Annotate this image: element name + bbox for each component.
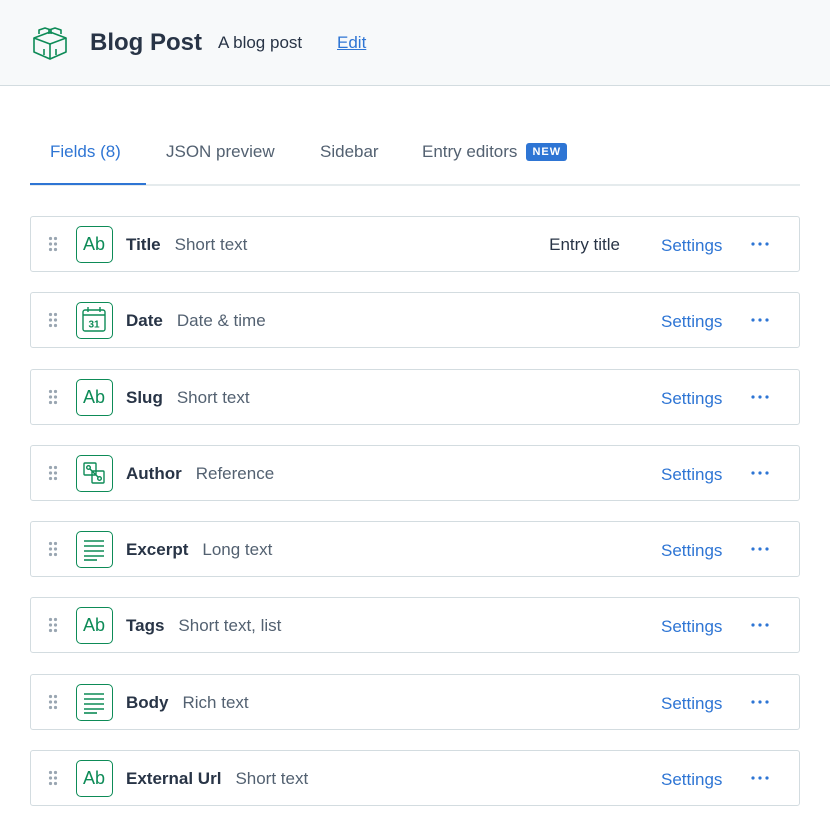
long-text-icon: [76, 531, 113, 568]
more-actions-icon[interactable]: [747, 463, 773, 483]
drag-handle-icon[interactable]: [48, 617, 58, 633]
drag-handle-icon[interactable]: [48, 236, 58, 252]
field-row[interactable]: Author Reference Settings: [30, 445, 800, 501]
more-actions-icon[interactable]: [747, 692, 773, 712]
tab-json-preview-label: JSON preview: [166, 142, 275, 161]
field-row[interactable]: 31 Date Date & time Settings: [30, 292, 800, 348]
field-name: Author: [126, 464, 182, 483]
field-row[interactable]: Excerpt Long text Settings: [30, 521, 800, 577]
short-text-icon: Ab: [76, 379, 113, 416]
more-actions-icon[interactable]: [747, 310, 773, 330]
drag-handle-icon[interactable]: [48, 465, 58, 481]
active-tab-indicator: [30, 183, 146, 185]
reference-icon: [76, 455, 113, 492]
field-row[interactable]: Ab Title Short text Entry title Settings: [30, 216, 800, 272]
long-text-icon: [76, 684, 113, 721]
more-actions-icon[interactable]: [747, 539, 773, 559]
field-row[interactable]: Ab External Url Short text Settings: [30, 750, 800, 806]
field-name: Excerpt: [126, 540, 189, 559]
settings-button[interactable]: Settings: [661, 616, 722, 637]
drag-handle-icon[interactable]: [48, 694, 58, 710]
more-actions-icon[interactable]: [747, 615, 773, 635]
field-type: Date & time: [176, 311, 266, 330]
settings-button[interactable]: Settings: [661, 311, 722, 332]
drag-handle-icon[interactable]: [48, 389, 58, 405]
short-text-icon: Ab: [76, 226, 113, 263]
more-actions-icon[interactable]: [747, 387, 773, 407]
page-title: Blog Post: [90, 29, 202, 56]
tab-fields-label: Fields (8): [50, 142, 121, 161]
content-type-cube-icon: [33, 27, 67, 60]
settings-button[interactable]: Settings: [661, 540, 722, 561]
new-badge: NEW: [526, 143, 568, 161]
drag-handle-icon[interactable]: [48, 541, 58, 557]
settings-button[interactable]: Settings: [661, 464, 722, 485]
content-type-header: Blog Post A blog post Edit: [0, 0, 830, 86]
content-type-description: A blog post: [218, 33, 303, 52]
more-actions-icon[interactable]: [747, 768, 773, 788]
date-icon: 31: [76, 302, 113, 339]
field-name: Title: [126, 235, 161, 254]
settings-button[interactable]: Settings: [661, 769, 722, 790]
field-type: Short text: [176, 388, 250, 407]
tab-entry-editors-label: Entry editors: [422, 142, 518, 161]
settings-button[interactable]: Settings: [661, 235, 722, 256]
tab-json-preview[interactable]: JSON preview: [166, 141, 275, 163]
field-type: Short text: [235, 769, 309, 788]
drag-handle-icon[interactable]: [48, 312, 58, 328]
field-type: Reference: [195, 464, 275, 483]
short-text-icon: Ab: [76, 760, 113, 797]
field-type: Short text: [174, 235, 248, 254]
tab-sidebar[interactable]: Sidebar: [320, 141, 379, 163]
field-type: Short text, list: [178, 616, 282, 635]
edit-link[interactable]: Edit: [337, 32, 366, 54]
field-name: Slug: [126, 388, 163, 407]
more-actions-icon[interactable]: [747, 234, 773, 254]
settings-button[interactable]: Settings: [661, 693, 722, 714]
drag-handle-icon[interactable]: [48, 770, 58, 786]
tab-bar: Fields (8) JSON preview Sidebar Entry ed…: [30, 126, 800, 186]
field-row[interactable]: Ab Tags Short text, list Settings: [30, 597, 800, 653]
field-row[interactable]: Ab Slug Short text Settings: [30, 369, 800, 425]
field-type: Rich text: [182, 693, 249, 712]
field-name: Tags: [126, 616, 165, 635]
field-row[interactable]: Body Rich text Settings: [30, 674, 800, 730]
entry-title-label: Entry title: [549, 235, 620, 254]
svg-text:31: 31: [88, 320, 100, 331]
settings-button[interactable]: Settings: [661, 388, 722, 409]
field-name: External Url: [126, 769, 222, 788]
tab-fields[interactable]: Fields (8): [50, 141, 121, 163]
field-name: Date: [126, 311, 163, 330]
tab-sidebar-label: Sidebar: [320, 142, 379, 161]
short-text-icon: Ab: [76, 607, 113, 644]
field-name: Body: [126, 693, 169, 712]
field-type: Long text: [202, 540, 273, 559]
tab-entry-editors[interactable]: Entry editors NEW: [422, 141, 568, 163]
